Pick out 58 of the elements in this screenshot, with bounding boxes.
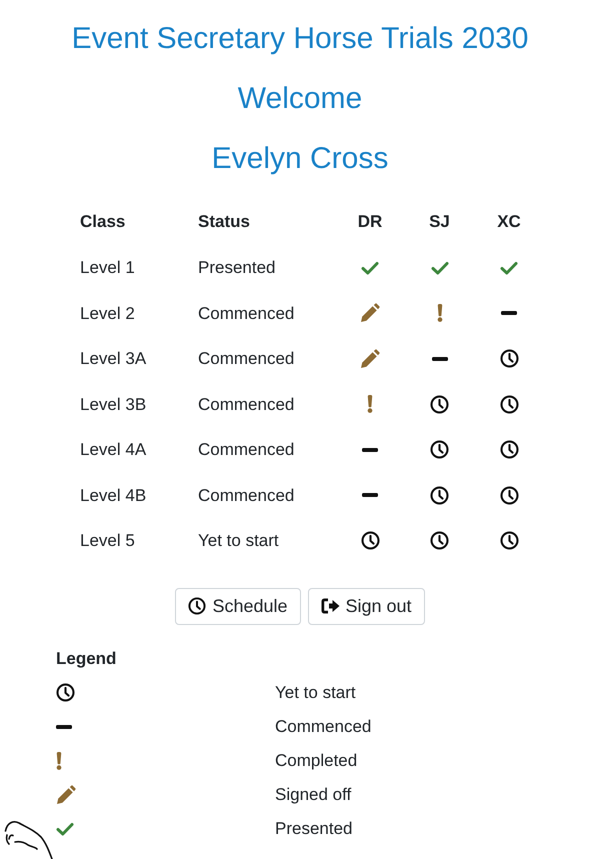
clock-icon: [56, 683, 75, 702]
status-cell-text: Commenced: [198, 394, 294, 416]
exclamation-icon: [56, 752, 62, 770]
schedule-button[interactable]: Schedule: [175, 588, 300, 624]
status-cell-text: Commenced: [198, 302, 294, 324]
status-cell-text: Presented: [198, 257, 276, 279]
check-icon: [361, 260, 379, 275]
user-name: Evelyn Cross: [212, 140, 388, 176]
column-header: XC: [497, 211, 521, 234]
check-icon: [56, 822, 74, 836]
clock-icon: [430, 531, 449, 550]
dash-icon: [362, 493, 378, 498]
column-header: DR: [358, 211, 382, 234]
clock-icon: [360, 531, 380, 550]
class-cell-text: Level 3A: [80, 348, 146, 370]
clock-icon: [500, 394, 518, 414]
clock-icon: [500, 440, 518, 460]
clock-icon: [500, 349, 518, 368]
column-header: Class: [80, 211, 126, 234]
dash-icon: [56, 724, 72, 728]
legend-label: Yet to start: [275, 682, 356, 704]
clock-icon: [500, 531, 518, 550]
class-cell-text: Level 1: [80, 257, 135, 279]
exclamation-icon: [367, 395, 373, 414]
class-cell-text: Level 3B: [80, 394, 146, 416]
check-icon: [500, 260, 518, 275]
status-cell-text: Yet to start: [198, 530, 279, 552]
check-icon: [430, 260, 448, 275]
dash-icon: [432, 356, 448, 361]
pencil-icon: [360, 348, 380, 369]
event-title: Event Secretary Horse Trials 2030: [72, 20, 528, 56]
pencil-icon: [56, 784, 76, 804]
sign-out-button[interactable]: Sign out: [308, 588, 425, 624]
status-cell-text: Commenced: [198, 484, 294, 506]
class-cell-text: Level 4B: [80, 484, 146, 506]
clock-icon: [430, 486, 449, 505]
legend-heading: Legend: [56, 648, 116, 670]
column-header: Status: [198, 211, 250, 234]
class-cell-text: Level 4A: [80, 439, 146, 461]
exclamation-icon: [436, 304, 442, 322]
clock-icon: [430, 394, 449, 414]
legend-label: Presented: [275, 818, 352, 840]
welcome-heading: Welcome: [238, 80, 362, 116]
clock-icon: [430, 440, 449, 460]
status-cell-text: Commenced: [198, 348, 294, 370]
legend-label: Completed: [275, 750, 358, 772]
status-cell-text: Commenced: [198, 439, 294, 461]
clock-icon: [500, 486, 518, 505]
legend-label: Commenced: [275, 716, 372, 738]
dash-icon: [501, 311, 517, 316]
legend-label: Signed off: [275, 784, 352, 806]
dash-icon: [362, 448, 378, 452]
column-header: SJ: [429, 211, 450, 234]
class-cell-text: Level 5: [80, 530, 135, 552]
sign-out-icon: [320, 598, 340, 614]
pencil-icon: [360, 303, 380, 324]
clock-icon: [188, 597, 206, 615]
class-cell-text: Level 2: [80, 302, 135, 324]
